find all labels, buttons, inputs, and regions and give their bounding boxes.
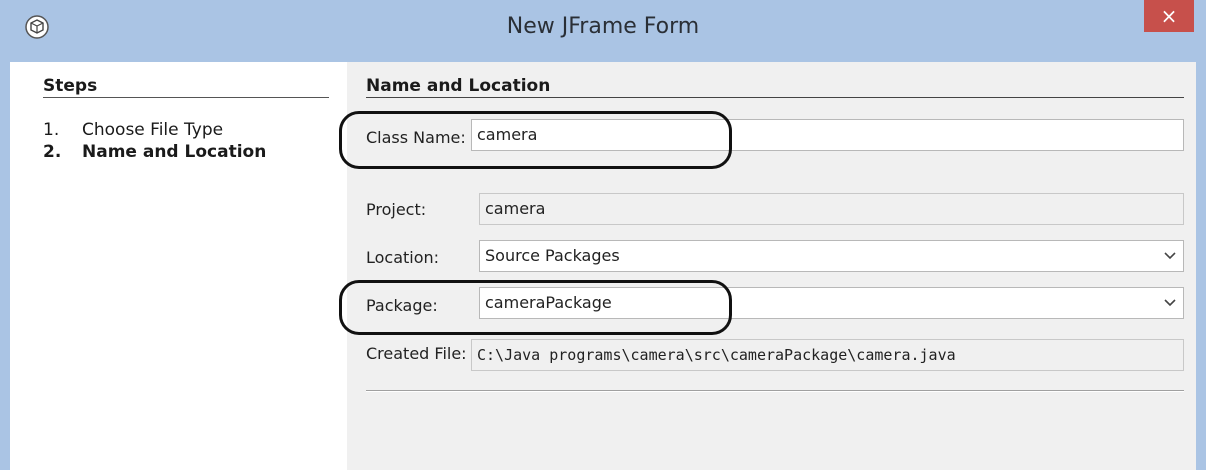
step-label: Name and Location [82, 142, 267, 162]
chevron-down-icon[interactable] [1163, 298, 1177, 308]
window-frame-right [1196, 62, 1206, 470]
steps-panel: Steps 1. Choose File Type 2. Name and Loca… [10, 62, 347, 470]
window-frame-left [0, 62, 10, 470]
location-value: Source Packages [485, 246, 620, 265]
created-file-label: Created File: [366, 344, 467, 363]
new-jframe-form-dialog: New JFrame Form × Steps 1. Choose File Ty… [0, 0, 1206, 470]
steps-divider [43, 97, 329, 98]
window-title: New JFrame Form [506, 14, 700, 39]
step-choose-file-type: 1. Choose File Type [43, 120, 223, 140]
chevron-down-icon[interactable] [1163, 251, 1177, 261]
project-field: camera [479, 193, 1184, 225]
title-bar: New JFrame Form × [0, 0, 1206, 62]
created-file-field: C:\Java programs\camera\src\cameraPackag… [471, 339, 1184, 371]
location-label: Location: [366, 248, 440, 267]
step-name-and-location: 2. Name and Location [43, 142, 266, 162]
section-heading: Name and Location [366, 76, 551, 96]
package-annotation-outline [339, 280, 732, 335]
steps-heading: Steps [43, 76, 98, 96]
class-name-annotation-outline [339, 111, 732, 169]
bottom-divider-highlight [366, 391, 1184, 392]
close-button[interactable]: × [1144, 0, 1194, 32]
project-label: Project: [366, 200, 427, 219]
step-label: Choose File Type [82, 120, 224, 140]
section-divider [366, 97, 1184, 98]
step-number: 2. [43, 142, 62, 162]
location-select[interactable]: Source Packages [479, 240, 1184, 272]
step-number: 1. [43, 120, 60, 140]
